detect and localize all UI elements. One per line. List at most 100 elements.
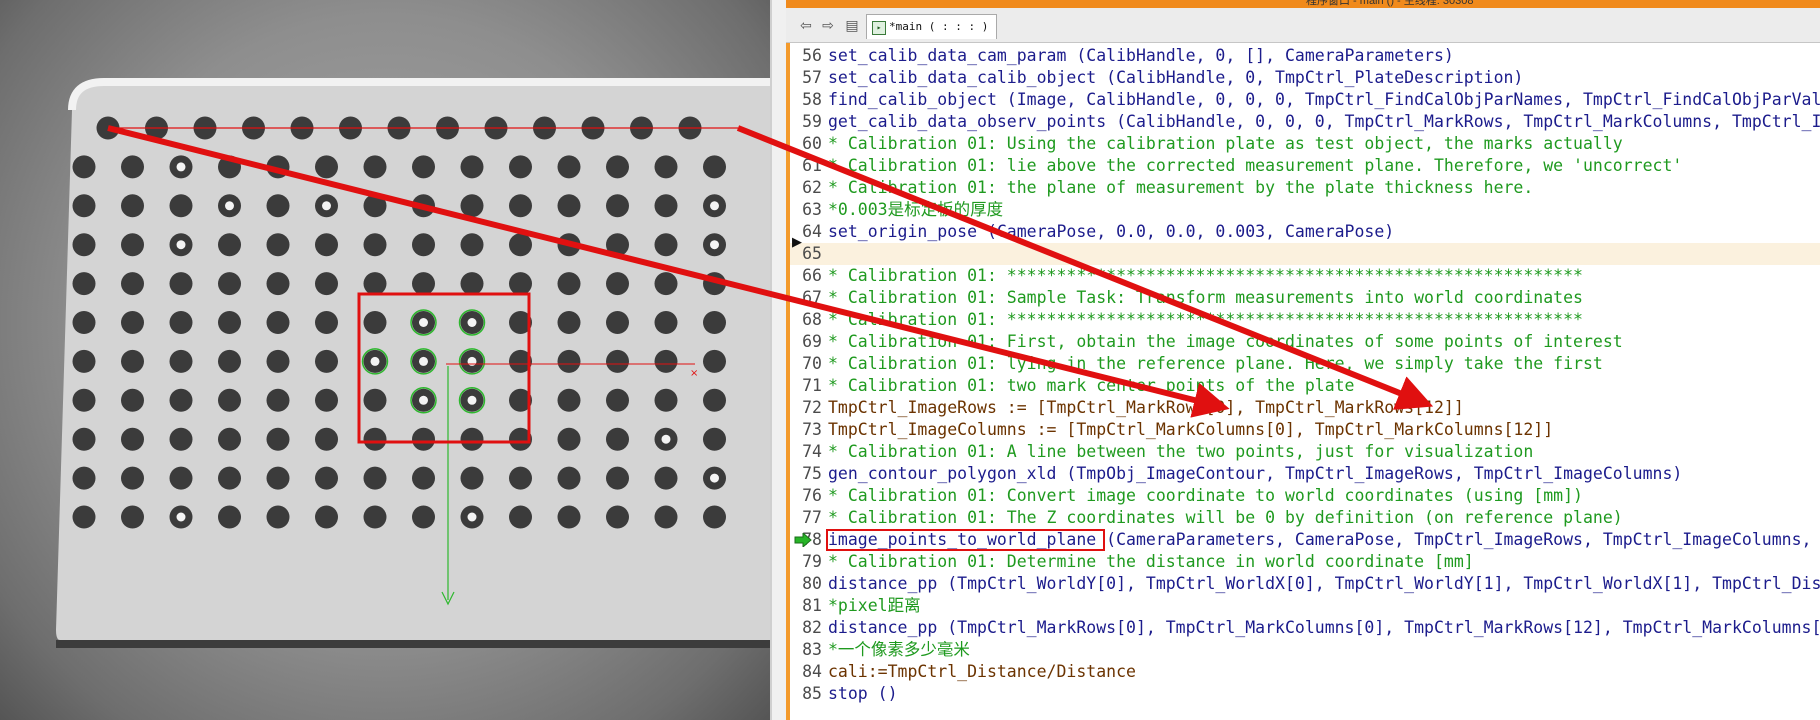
calibration-mark [363,466,387,490]
code-line[interactable]: 66 * Calibration 01: ********************… [790,265,1820,287]
arrow-left-icon[interactable]: ⇦ [796,16,816,34]
calibration-mark-hole [467,512,477,522]
calibration-mark-hole [710,201,719,211]
calibration-mark [266,155,290,179]
line-number: 67 [802,288,822,307]
calibration-mark [121,272,144,296]
code-line[interactable]: 59 get_calib_data_observ_points (CalibHan… [790,111,1820,133]
calibration-mark [315,349,338,373]
code-editor[interactable]: 56 set_calib_data_cam_param (CalibHandle,… [786,43,1820,720]
calibration-mark [315,388,338,412]
line-number: 79 [802,552,822,571]
code-text: stop () [828,684,898,703]
line-number: 84 [802,662,822,681]
calibration-mark-hole [322,201,331,211]
line-number: 66 [802,266,822,285]
line-number: 63 [802,200,822,219]
code-text: *pixel距离 [828,596,921,615]
calibration-mark-hole [176,512,186,522]
code-text: * Calibration 01: lying in the reference… [828,354,1603,373]
calibration-mark [654,505,678,529]
calibration-mark [266,505,290,529]
code-line[interactable]: 83 *一个像素多少毫米 [790,639,1820,661]
code-line[interactable]: 56 set_calib_data_cam_param (CalibHandle,… [790,45,1820,67]
code-text: * Calibration 01: A line between the two… [828,442,1534,461]
calibration-mark [606,272,629,296]
code-line[interactable]: 77 * Calibration 01: The Z coordinates wi… [790,507,1820,529]
calibration-mark [315,311,338,334]
program-toolbar: ⇦ ⇨ ▤ ▸ *main ( : : : ) [786,8,1820,43]
calibration-mark [509,505,532,529]
code-text: *0.003是标定板的厚度 [828,200,1004,219]
code-line[interactable]: 76 * Calibration 01: Convert image coordi… [790,485,1820,507]
calibration-mark [169,388,193,412]
calibration-mark [72,311,96,334]
tab-main[interactable]: ▸ *main ( : : : ) [866,14,998,39]
code-line[interactable]: 72 TmpCtrl_ImageRows := [TmpCtrl_MarkRows… [790,397,1820,419]
code-text: TmpCtrl_ImageRows := [TmpCtrl_MarkRows[0… [828,398,1464,417]
calibration-mark [363,311,387,334]
code-line[interactable]: 75 gen_contour_polygon_xld (TmpObj_ImageC… [790,463,1820,485]
calibration-mark [315,155,338,179]
arrow-right-icon[interactable]: ⇨ [818,16,838,34]
plate-bottom-edge [56,640,770,648]
calibration-mark [169,194,193,218]
code-text: * Calibration 01: Sample Task: Transform… [828,288,1583,307]
code-line[interactable]: 80 distance_pp (TmpCtrl_WorldY[0], TmpCtr… [790,573,1820,595]
code-text: *一个像素多少毫米 [828,640,970,659]
code-line[interactable]: 85 stop () [790,683,1820,705]
code-line[interactable]: 74 * Calibration 01: A line between the t… [790,441,1820,463]
code-line[interactable]: 62 * Calibration 01: the plane of measure… [790,177,1820,199]
code-line[interactable]: 65 [790,243,1820,265]
calibration-mark [557,272,581,296]
code-line[interactable]: 57 set_calib_data_calib_object (CalibHand… [790,67,1820,89]
code-line[interactable]: 64 set_origin_pose (CameraPose, 0.0, 0.0,… [790,221,1820,243]
code-line[interactable]: 84 cali:=TmpCtrl_Distance/Distance [790,661,1820,683]
code-line[interactable]: 68 * Calibration 01: ********************… [790,309,1820,331]
calibration-mark [121,311,144,334]
calibration-mark [654,349,678,373]
code-line[interactable]: 70 * Calibration 01: lying in the referen… [790,353,1820,375]
code-text: * Calibration 01: Using the calibration … [828,134,1623,153]
calibration-mark [509,194,532,218]
calibration-mark-hole [467,318,477,327]
calibration-mark [218,272,241,296]
calibration-mark [72,466,96,490]
calibration-mark [557,194,581,218]
code-line[interactable]: 67 * Calibration 01: Sample Task: Transfo… [790,287,1820,309]
calibration-mark [509,233,532,257]
code-line[interactable]: 63 *0.003是标定板的厚度 [790,199,1820,221]
calibration-mark [412,466,435,490]
calibration-mark [218,349,241,373]
code-line[interactable]: 69 * Calibration 01: First, obtain the im… [790,331,1820,353]
code-text: cali:=TmpCtrl_Distance/Distance [828,662,1136,681]
code-line[interactable]: 61 * Calibration 01: lie above the correc… [790,155,1820,177]
code-line[interactable]: 71 * Calibration 01: two mark center poin… [790,375,1820,397]
line-number: 85 [802,684,822,703]
code-line[interactable]: 58 find_calib_object (Image, CalibHandle,… [790,89,1820,111]
code-line[interactable]: 73 TmpCtrl_ImageColumns := [TmpCtrl_MarkC… [790,419,1820,441]
calibration-mark [703,505,726,529]
window-title-bar: 程序窗口 - main () - 主线程: 30308 [786,0,1820,8]
calibration-mark [606,388,629,412]
calibration-mark [460,427,484,451]
calibration-mark [654,194,678,218]
insert-cursor-marker: ▶ [792,234,802,249]
code-line[interactable]: 81 *pixel距离 [790,595,1820,617]
procedure-icon[interactable]: ▤ [842,16,862,34]
code-line[interactable]: 82 distance_pp (TmpCtrl_MarkRows[0], TmpC… [790,617,1820,639]
code-text: set_origin_pose (CameraPose, 0.0, 0.0, 0… [828,222,1395,241]
code-text: * Calibration 01: the plane of measureme… [828,178,1534,197]
code-text: distance_pp (TmpCtrl_WorldY[0], TmpCtrl_… [828,574,1820,593]
calibration-image-viewer[interactable]: × [0,0,770,720]
code-line[interactable]: 60 * Calibration 01: Using the calibratio… [790,133,1820,155]
calibration-mark [169,311,193,334]
calibration-mark [363,388,387,412]
calibration-mark [703,311,726,334]
calibration-mark [121,233,144,257]
code-text: * Calibration 01: two mark center points… [828,376,1355,395]
code-line[interactable]: 79 * Calibration 01: Determine the distan… [790,551,1820,573]
code-text: TmpCtrl_ImageColumns := [TmpCtrl_MarkCol… [828,420,1554,439]
calibration-mark [266,311,290,334]
code-text: get_calib_data_observ_points (CalibHandl… [828,112,1820,131]
